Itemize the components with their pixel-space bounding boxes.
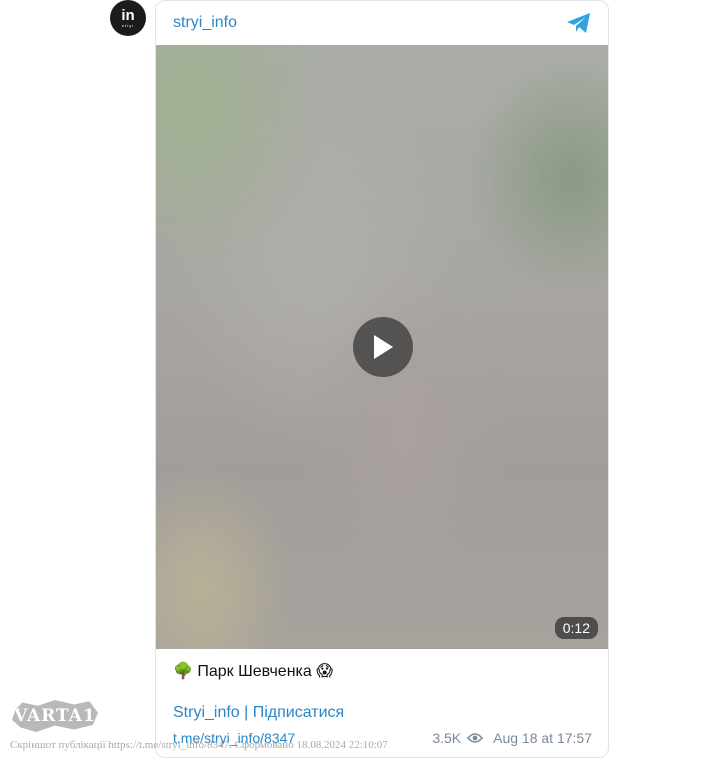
post-header: stryi_info [156, 1, 608, 45]
screenshot-watermark: Скріншот публікації https://t.me/stryi_i… [10, 739, 388, 751]
subscribe-link[interactable]: Підписатися [253, 704, 344, 721]
post-stats: 3.5K Aug 18 at 17:57 [432, 730, 592, 746]
avatar-subtext: stryi [121, 23, 135, 28]
post-card: stryi_info 0:12 🌳 Парк Шевченка 😱 Stryi_… [155, 0, 609, 758]
post-links: Stryi_info | Підписатися [173, 704, 344, 722]
channel-name-link[interactable]: stryi_info [173, 14, 237, 32]
varta-logo-text: VARTA1 [14, 706, 96, 726]
play-button[interactable] [353, 317, 413, 377]
varta-logo: VARTA1 [12, 700, 98, 732]
view-count: 3.5K [432, 730, 462, 746]
post-date: Aug 18 at 17:57 [493, 730, 592, 746]
play-icon [374, 335, 393, 359]
post-caption: 🌳 Парк Шевченка 😱 [173, 663, 333, 680]
avatar-text: in [121, 7, 135, 24]
channel-link[interactable]: Stryi_info [173, 704, 240, 721]
telegram-icon[interactable] [566, 11, 592, 35]
video-player[interactable]: 0:12 [156, 45, 608, 649]
eye-icon [467, 733, 484, 743]
link-separator: | [239, 704, 253, 721]
video-duration: 0:12 [554, 617, 598, 639]
channel-avatar[interactable]: in stryi [110, 0, 146, 36]
